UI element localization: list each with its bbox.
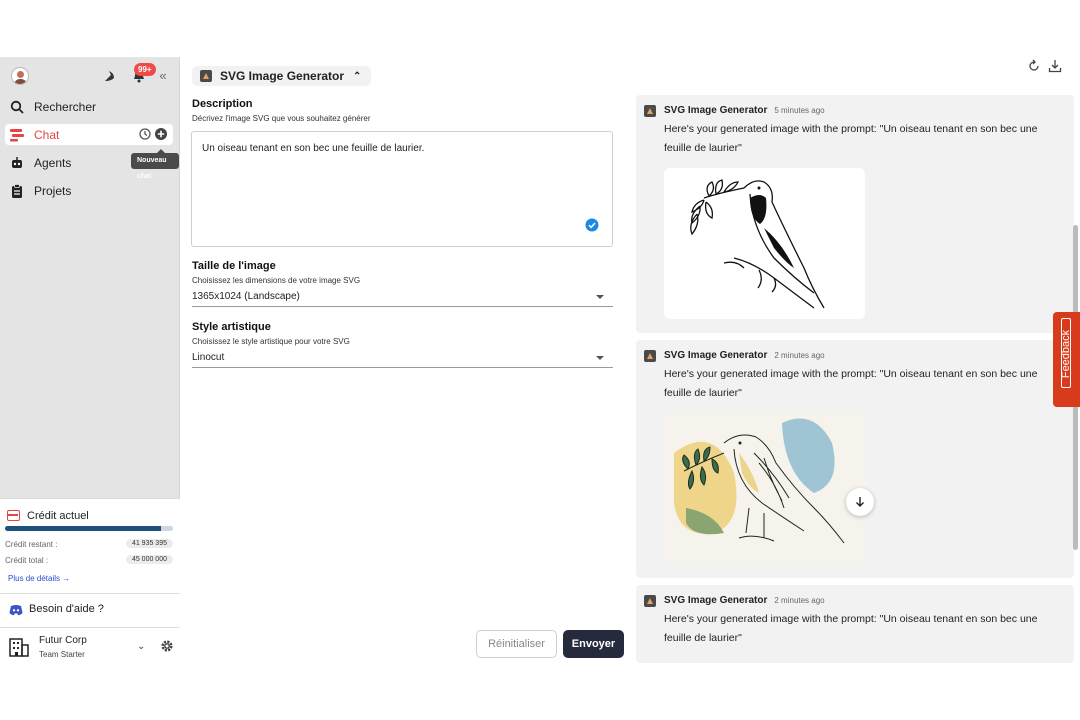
- search-icon: [9, 99, 25, 115]
- nav-rechercher[interactable]: Rechercher: [5, 96, 173, 117]
- style-select[interactable]: Linocut: [192, 348, 613, 368]
- help-link[interactable]: Besoin d'aide ?: [0, 593, 180, 627]
- result-header: SVG Image Generator 2 minutes ago: [644, 348, 825, 362]
- credit-total-value: 45 000 000: [125, 555, 173, 564]
- result-message: Here's your generated image with the pro…: [664, 613, 1038, 644]
- nav-label: Chat: [34, 127, 60, 142]
- app-window: 99+ « Rechercher Chat Nouveau chat Agent…: [0, 57, 1080, 663]
- download-all-icon[interactable]: [1048, 59, 1062, 73]
- nav-chat[interactable]: Chat: [5, 124, 173, 145]
- style-help: Choisissez le style artistique pour votr…: [192, 337, 350, 346]
- nav-agents[interactable]: Agents: [5, 152, 173, 173]
- agent-icon: [200, 70, 212, 82]
- nav-label: Rechercher: [34, 99, 97, 114]
- style-label: Style artistique: [192, 321, 271, 333]
- result-card: SVG Image Generator 5 minutes ago Here's…: [636, 95, 1074, 333]
- result-message: Here's your generated image with the pro…: [664, 368, 1038, 399]
- nav-label: Agents: [34, 155, 72, 170]
- description-label: Description: [192, 98, 253, 110]
- dropdown-arrow-icon: [596, 295, 604, 299]
- org-switcher[interactable]: Futur Corp Team Starter ⌄: [0, 627, 180, 663]
- credit-progress-bar: [5, 526, 173, 531]
- result-agent-name: SVG Image Generator: [664, 104, 768, 116]
- credit-remaining-row: Crédit restant : 41 935 395: [5, 539, 173, 551]
- sidebar-header: 99+ «: [0, 57, 180, 95]
- grammar-check-icon[interactable]: [585, 218, 599, 232]
- chat-icon: [9, 127, 25, 143]
- agent-icon: [644, 594, 656, 607]
- agent-icon: [644, 104, 656, 117]
- refresh-icon[interactable]: [1027, 59, 1041, 73]
- result-header: SVG Image Generator 5 minutes ago: [644, 103, 825, 117]
- theme-toggle-icon[interactable]: [103, 69, 117, 83]
- nav-projets[interactable]: Projets: [5, 180, 173, 201]
- org-plan: Team Starter: [39, 650, 85, 659]
- collapse-sidebar-icon[interactable]: «: [156, 67, 170, 83]
- result-agent-name: SVG Image Generator: [664, 594, 768, 606]
- dropdown-arrow-icon: [596, 356, 604, 360]
- org-name: Futur Corp: [39, 635, 87, 646]
- credit-total-row: Crédit total : 45 000 000: [5, 555, 173, 567]
- gear-icon[interactable]: [160, 639, 174, 653]
- feedback-tab[interactable]: Feedback: [1053, 312, 1080, 407]
- history-icon[interactable]: [138, 127, 152, 141]
- results-panel: SVG Image Generator 5 minutes ago Here's…: [636, 95, 1074, 663]
- result-header: SVG Image Generator 2 minutes ago: [644, 593, 825, 607]
- building-icon: [8, 636, 30, 658]
- description-value: Un oiseau tenant en son bec une feuille …: [202, 143, 425, 154]
- description-textarea[interactable]: Un oiseau tenant en son bec une feuille …: [191, 131, 613, 247]
- more-details-link[interactable]: Plus de détails →: [8, 574, 70, 583]
- credit-progress-fill: [5, 526, 162, 531]
- generated-image[interactable]: [664, 413, 865, 564]
- arrow-right-icon: →: [62, 574, 71, 583]
- clipboard-icon: [9, 183, 25, 199]
- chevron-down-icon[interactable]: ⌄: [137, 641, 145, 652]
- download-image-button[interactable]: [846, 488, 874, 516]
- result-card: SVG Image Generator 2 minutes ago Here's…: [636, 585, 1074, 663]
- feedback-icon: [1061, 318, 1071, 388]
- send-button[interactable]: Envoyer: [563, 630, 624, 658]
- size-select[interactable]: 1365x1024 (Landscape): [192, 287, 613, 307]
- result-time: 2 minutes ago: [774, 350, 825, 360]
- result-agent-name: SVG Image Generator: [664, 349, 768, 361]
- credit-remaining-value: 41 935 395: [125, 539, 173, 548]
- agent-selector[interactable]: SVG Image Generator ⌃: [192, 66, 372, 86]
- nav-label: Projets: [34, 183, 72, 198]
- style-value: Linocut: [192, 352, 225, 363]
- sidebar: 99+ « Rechercher Chat Nouveau chat Agent…: [0, 57, 180, 663]
- size-value: 1365x1024 (Landscape): [192, 291, 300, 302]
- result-time: 5 minutes ago: [774, 105, 825, 115]
- agent-icon: [644, 349, 656, 362]
- agent-name: SVG Image Generator: [220, 69, 345, 83]
- new-chat-icon[interactable]: [154, 127, 168, 141]
- credit-total-label: Crédit total :: [5, 556, 49, 565]
- help-label: Besoin d'aide ?: [29, 603, 104, 615]
- robot-icon: [9, 155, 25, 171]
- generated-image[interactable]: [664, 168, 865, 319]
- result-message: Here's your generated image with the pro…: [664, 123, 1038, 154]
- result-time: 2 minutes ago: [774, 595, 825, 605]
- credit-remaining-label: Crédit restant :: [5, 540, 58, 549]
- reset-button[interactable]: Réinitialiser: [476, 630, 557, 658]
- avatar[interactable]: [11, 67, 29, 85]
- result-card: SVG Image Generator 2 minutes ago Here's…: [636, 340, 1074, 578]
- more-details-label: Plus de détails: [8, 574, 61, 583]
- credit-card-icon: [7, 510, 20, 521]
- discord-icon: [9, 603, 23, 616]
- size-help: Choisissez les dimensions de votre image…: [192, 276, 361, 285]
- size-label: Taille de l'image: [192, 260, 276, 272]
- chevron-up-icon: ⌃: [353, 70, 362, 82]
- description-help: Décrivez l'image SVG que vous souhaitez …: [192, 114, 371, 123]
- notification-badge: 99+: [134, 63, 156, 76]
- credit-panel: Crédit actuel Crédit restant : 41 935 39…: [0, 498, 180, 593]
- credit-title: Crédit actuel: [27, 510, 89, 522]
